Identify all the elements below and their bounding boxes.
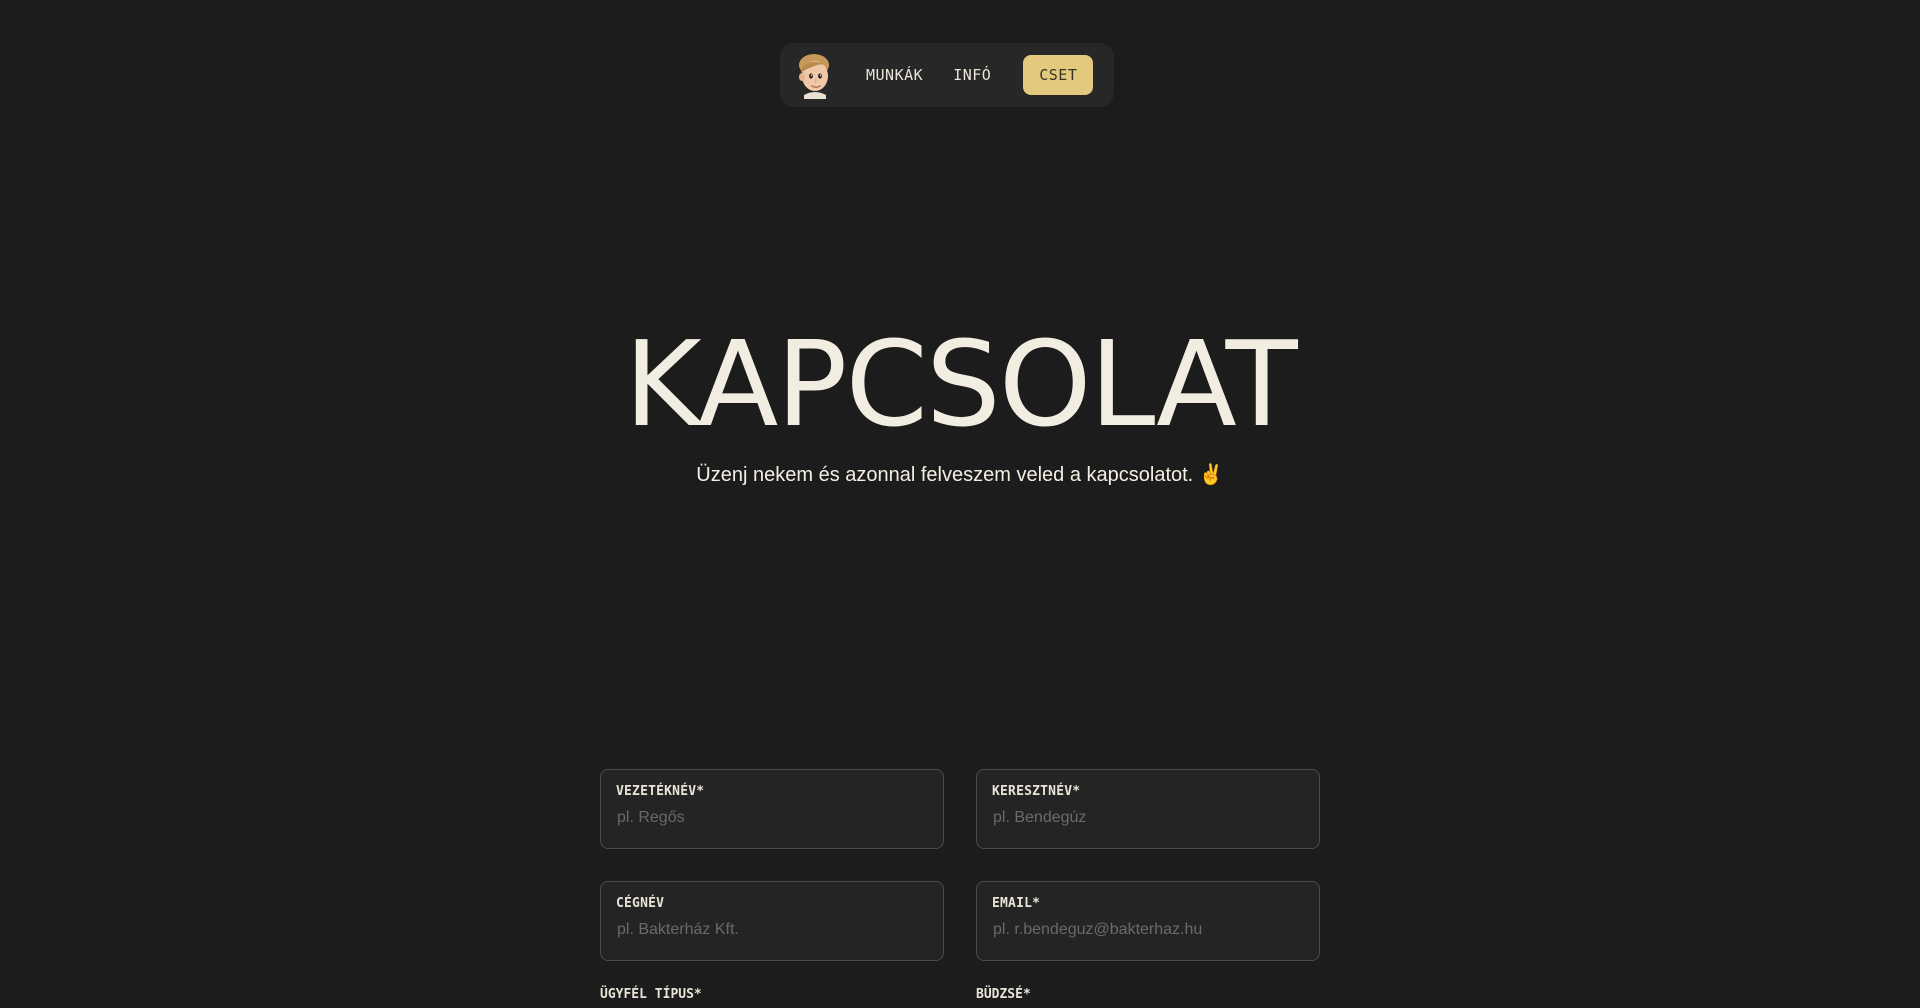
- form-row: CÉGNÉV EMAIL*: [600, 881, 1320, 961]
- company-label: CÉGNÉV: [616, 896, 665, 911]
- first-name-field[interactable]: KERESZTNÉV*: [976, 769, 1320, 849]
- last-name-label: VEZETÉKNÉV*: [616, 784, 705, 799]
- last-name-input[interactable]: [616, 809, 930, 827]
- form-row: ÜGYFÉL TÍPUS* BÜDZSÉ*: [600, 987, 1320, 1002]
- page-subtitle: Üzenj nekem és azonnal felveszem veled a…: [696, 464, 1224, 486]
- top-nav: MUNKÁK INFÓ CSET: [780, 43, 1114, 107]
- budget-label: BÜDZSÉ*: [976, 987, 1031, 1002]
- email-field[interactable]: EMAIL*: [976, 881, 1320, 961]
- contact-page: MUNKÁK INFÓ CSET KAPCSOLAT Üzenj nekem é…: [0, 0, 1920, 1008]
- chat-button[interactable]: CSET: [1023, 55, 1094, 95]
- contact-form: VEZETÉKNÉV* KERESZTNÉV* CÉGNÉV EMAIL* ÜG…: [600, 769, 1320, 1002]
- first-name-label: KERESZTNÉV*: [992, 784, 1081, 799]
- nav-link-info[interactable]: INFÓ: [953, 66, 991, 84]
- client-type-label: ÜGYFÉL TÍPUS*: [600, 987, 702, 1002]
- memoji-avatar-icon[interactable]: [790, 51, 838, 99]
- first-name-input[interactable]: [992, 809, 1306, 827]
- company-input[interactable]: [616, 921, 930, 939]
- page-title: KAPCSOLAT: [624, 315, 1297, 453]
- email-label: EMAIL*: [992, 896, 1041, 911]
- company-field[interactable]: CÉGNÉV: [600, 881, 944, 961]
- last-name-field[interactable]: VEZETÉKNÉV*: [600, 769, 944, 849]
- nav-links: MUNKÁK INFÓ CSET: [866, 55, 1094, 95]
- email-input[interactable]: [992, 921, 1306, 939]
- form-row: VEZETÉKNÉV* KERESZTNÉV*: [600, 769, 1320, 849]
- nav-link-works[interactable]: MUNKÁK: [866, 66, 923, 84]
